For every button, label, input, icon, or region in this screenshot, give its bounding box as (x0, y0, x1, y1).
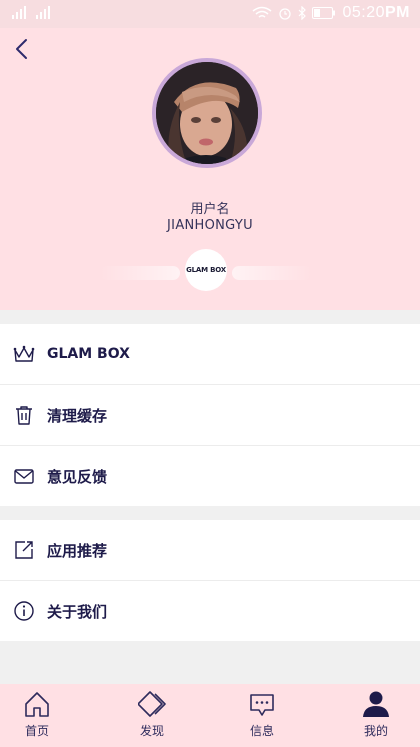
tab-home[interactable]: 首页 (0, 684, 77, 747)
menu-item-glam-box[interactable]: GLAM BOX (0, 324, 420, 385)
username-value: JIANHONGYU (167, 218, 253, 233)
tab-me[interactable]: 我的 (336, 684, 416, 747)
menu-item-clear-cache[interactable]: 清理缓存 (0, 385, 420, 446)
bottom-tab-bar: 首页 发现 信息 我的 (0, 684, 420, 747)
decorative-haze (100, 266, 180, 280)
tab-label: 信息 (249, 724, 274, 738)
menu-item-label: 应用推荐 (47, 541, 108, 560)
wifi-icon (252, 6, 272, 18)
menu-item-label: 意见反馈 (47, 467, 108, 486)
discover-icon (138, 691, 166, 717)
menu-item-about-us[interactable]: 关于我们 (0, 581, 420, 641)
info-icon (14, 601, 34, 621)
battery-icon (312, 7, 336, 19)
clock: 05:20PM (342, 4, 410, 21)
signal-indicators (12, 6, 50, 19)
menu-item-label: GLAM BOX (47, 346, 130, 362)
username-label: 用户名 (190, 202, 230, 217)
menu-item-label: 关于我们 (47, 602, 108, 621)
menu-group-primary: GLAM BOX 清理缓存 意见反馈 (0, 324, 420, 506)
share-icon (15, 541, 33, 559)
mail-icon (14, 469, 34, 484)
signal-icon (12, 6, 26, 19)
tab-discover[interactable]: 发现 (112, 684, 192, 747)
message-icon (250, 694, 274, 716)
signal-icon (36, 6, 50, 19)
menu-item-label: 清理缓存 (47, 406, 108, 425)
home-icon (25, 692, 49, 717)
tab-messages[interactable]: 信息 (222, 684, 302, 747)
back-arrow-icon[interactable] (12, 38, 34, 60)
menu-item-app-recommend[interactable]: 应用推荐 (0, 520, 420, 581)
bluetooth-icon (299, 6, 307, 20)
tab-label: 首页 (24, 724, 49, 738)
trash-icon (16, 406, 32, 425)
person-icon (363, 691, 389, 717)
profile-header: 用户名 JIANHONGYU GLAM BOX (0, 28, 420, 310)
avatar-frame[interactable] (152, 58, 262, 168)
alarm-icon (279, 8, 292, 20)
menu-group-secondary: 应用推荐 关于我们 (0, 520, 420, 641)
avatar (156, 62, 258, 164)
glam-box-badge[interactable]: GLAM BOX (185, 249, 227, 291)
menu-item-feedback[interactable]: 意见反馈 (0, 446, 420, 506)
decorative-haze (232, 266, 312, 280)
tab-label: 发现 (139, 724, 164, 738)
status-bar: 05:20PM (0, 0, 420, 28)
crown-icon (13, 345, 35, 362)
tab-label: 我的 (363, 724, 388, 738)
